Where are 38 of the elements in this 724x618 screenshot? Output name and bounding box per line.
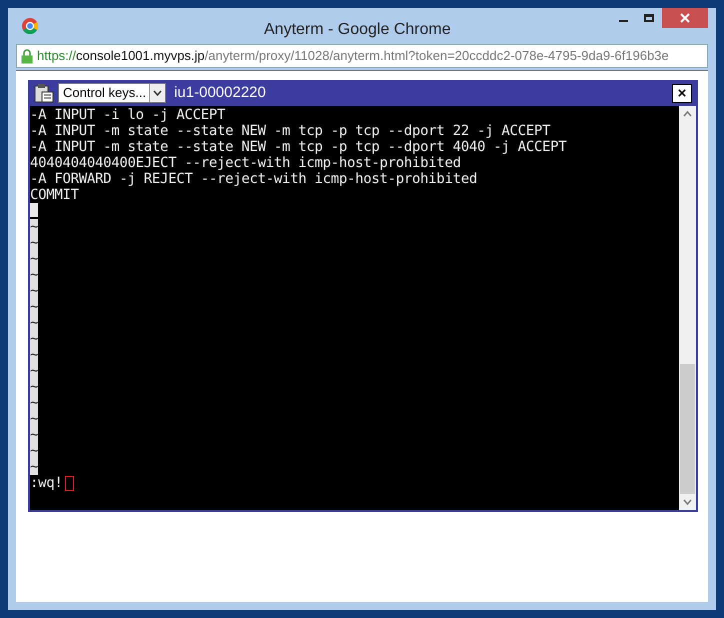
browser-logo-icon (22, 18, 38, 34)
tilde-marker: ~ (30, 411, 38, 427)
tilde-marker: ~ (30, 299, 38, 315)
tilde-marker: ~ (30, 283, 38, 299)
address-bar[interactable]: https://console1001.myvps.jp/anyterm/proxy/11028/anyterm.html?token=20ccddc2-078e-4795-9da9-6f196b3e (16, 44, 708, 68)
padlock-icon (21, 48, 33, 64)
terminal-line: 4040404040400EJECT --reject-with icmp-host-prohibited (30, 155, 461, 171)
tilde-marker: ~ (30, 395, 38, 411)
url-text: https://console1001.myvps.jp/anyterm/proxy/11028/anyterm.html?token=20ccddc2-078e-4795-9da9-6f196b3e (37, 47, 669, 66)
tilde-marker: ~ (30, 251, 38, 267)
tilde-marker: ~ (30, 347, 38, 363)
close-button[interactable] (662, 8, 708, 28)
cursor-outline (64, 476, 74, 490)
close-terminal-button[interactable]: × (672, 84, 692, 102)
tilde-marker: ~ (30, 267, 38, 283)
caret-icon (153, 90, 162, 96)
session-title: iu1-00002220 (174, 82, 266, 103)
terminal-line: -A FORWARD -j REJECT --reject-with icmp-host-prohibited (30, 171, 478, 187)
close-icon (680, 13, 690, 23)
tilde-marker: ~ (30, 379, 38, 395)
terminal-line: -A INPUT -m state --state NEW -m tcp -p tcp --dport 4040 -j ACCEPT (30, 139, 566, 155)
tilde-marker: ~ (30, 219, 38, 235)
tilde-marker: ~ (30, 363, 38, 379)
cursor-block (30, 203, 38, 217)
terminal-line: -A INPUT -i lo -j ACCEPT (30, 107, 226, 123)
tilde-marker: ~ (30, 315, 38, 331)
window-title: Anyterm - Google Chrome (264, 20, 451, 40)
terminal-line: -A INPUT -m state --state NEW -m tcp -p tcp --dport 22 -j ACCEPT (30, 123, 550, 139)
tilde-marker: ~ (30, 427, 38, 443)
tilde-marker: ~ (30, 443, 38, 459)
tilde-marker: ~ (30, 459, 38, 475)
terminal-line: COMMIT (30, 187, 79, 203)
control-keys-dropdown[interactable]: Control keys... (58, 83, 166, 103)
scrollbar[interactable] (679, 106, 696, 510)
tilde-marker: ~ (30, 331, 38, 347)
command-line: :wq! (30, 475, 63, 491)
clipboard-icon[interactable] (34, 83, 54, 103)
tilde-marker: ~ (30, 235, 38, 251)
